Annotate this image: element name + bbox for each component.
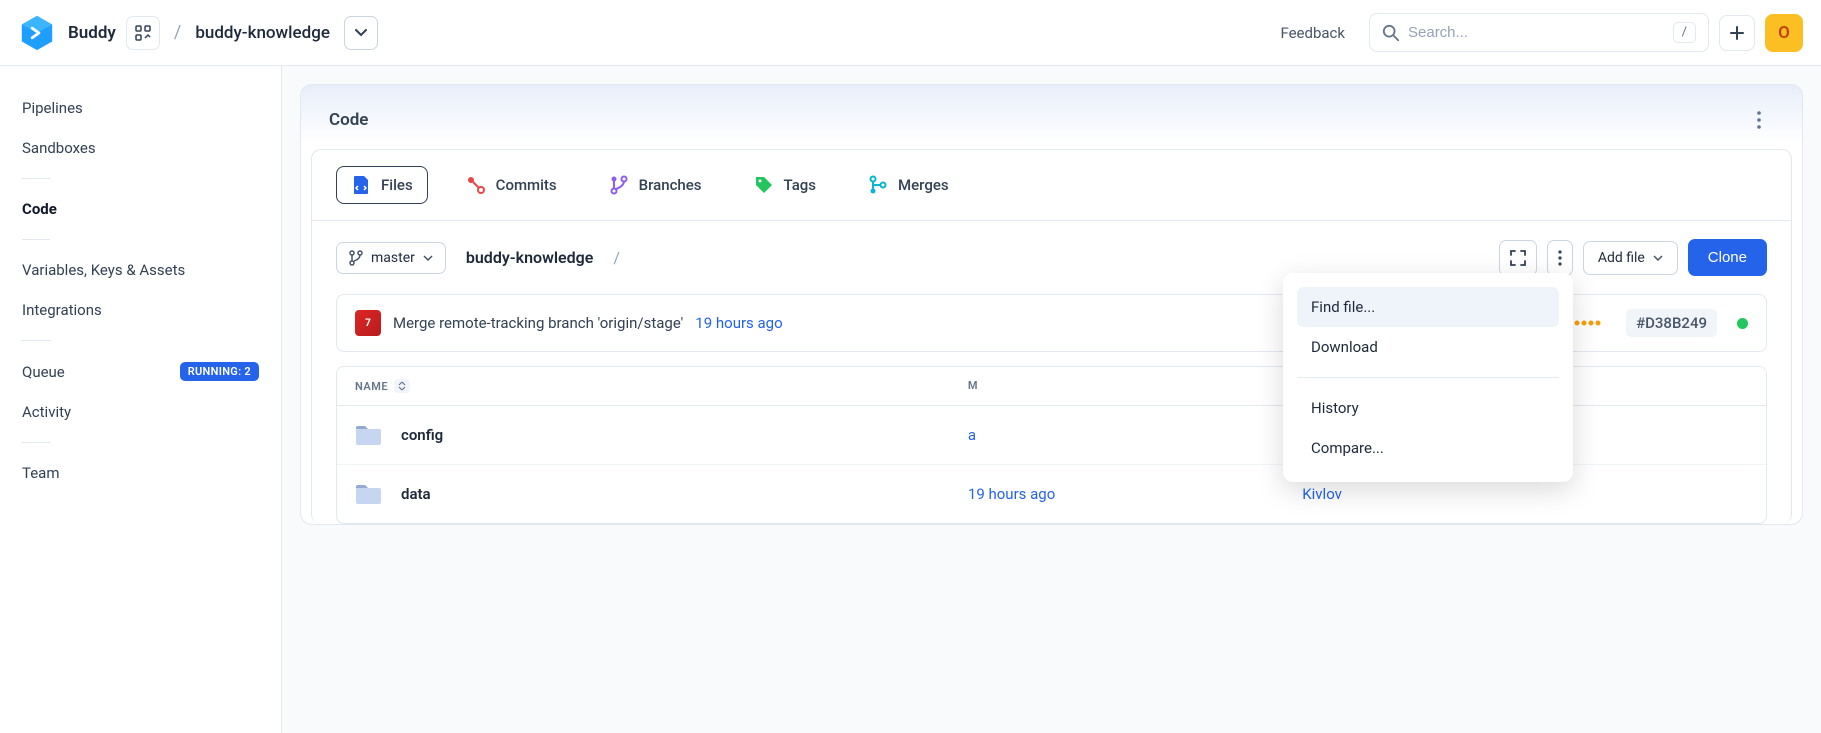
folder-icon (355, 483, 381, 505)
topbar: Buddy / buddy-knowledge Feedback / O (0, 0, 1821, 66)
tab-files[interactable]: Files (336, 166, 428, 204)
commit-hash[interactable]: #D38B249 (1626, 309, 1717, 337)
commit-time: 19 hours ago (695, 314, 782, 332)
logo[interactable] (18, 14, 56, 52)
tab-merges[interactable]: Merges (854, 166, 963, 204)
expand-icon (1510, 250, 1526, 266)
chevron-down-icon (355, 29, 367, 37)
grid-icon (135, 25, 151, 41)
feedback-link[interactable]: Feedback (1280, 24, 1345, 42)
breadcrumb-root[interactable]: buddy-knowledge (466, 248, 594, 267)
breadcrumb-separator: / (613, 248, 620, 267)
branches-icon (609, 175, 629, 195)
divider (22, 340, 50, 341)
sidebar-item-code[interactable]: Code (0, 189, 281, 229)
sidebar-item-team[interactable]: Team (0, 453, 281, 493)
search-box[interactable]: / (1369, 13, 1709, 52)
branch-icon (349, 250, 363, 266)
vertical-dots-icon (1558, 250, 1562, 266)
sidebar-item-activity[interactable]: Activity (0, 392, 281, 432)
chevron-down-icon (423, 255, 433, 261)
sidebar-item-sandboxes[interactable]: Sandboxes (0, 128, 281, 168)
folder-icon (355, 424, 381, 446)
code-tabs: Files Commits Branches Tags (312, 150, 1791, 221)
tab-tags[interactable]: Tags (740, 166, 830, 204)
divider (22, 178, 50, 179)
context-menu: Find file... Download History Compare... (1283, 273, 1573, 482)
search-icon (1382, 24, 1400, 42)
menu-divider (1297, 377, 1559, 378)
menu-item-download[interactable]: Download (1297, 327, 1559, 367)
divider (22, 239, 50, 240)
divider (22, 442, 50, 443)
search-input[interactable] (1408, 24, 1665, 41)
file-name: data (401, 485, 431, 503)
clone-button[interactable]: Clone (1688, 239, 1767, 276)
merges-icon (868, 175, 888, 195)
commit-author-avatar: 7 (355, 310, 381, 336)
code-panel: Code Files Commits (300, 84, 1803, 525)
file-toolbar: master buddy-knowledge / Add file (312, 221, 1791, 294)
tag-icon (754, 175, 774, 195)
add-button[interactable] (1719, 15, 1755, 51)
project-name[interactable]: buddy-knowledge (195, 23, 330, 43)
branch-selector[interactable]: master (336, 242, 446, 274)
main-content: Code Files Commits (282, 66, 1821, 733)
sidebar-item-variables[interactable]: Variables, Keys & Assets (0, 250, 281, 290)
sidebar: Pipelines Sandboxes Code Variables, Keys… (0, 66, 282, 733)
org-name[interactable]: Buddy (68, 23, 116, 43)
tab-commits[interactable]: Commits (452, 166, 571, 204)
more-actions-button[interactable] (1547, 240, 1573, 276)
column-name[interactable]: NAME (355, 379, 968, 393)
search-shortcut: / (1673, 22, 1696, 43)
breadcrumb-separator: / (174, 22, 181, 43)
file-name: config (401, 426, 443, 444)
file-modified: a (968, 426, 1302, 444)
column-modified[interactable]: M (968, 379, 1302, 393)
plus-icon (1729, 25, 1745, 41)
status-indicator (1737, 318, 1748, 329)
commits-icon (466, 175, 486, 195)
user-avatar[interactable]: O (1765, 14, 1803, 52)
file-icon (351, 175, 371, 195)
project-dropdown[interactable] (344, 16, 378, 50)
tab-branches[interactable]: Branches (595, 166, 716, 204)
menu-item-compare[interactable]: Compare... (1297, 428, 1559, 468)
queue-badge: RUNNING: 2 (180, 362, 259, 381)
menu-item-find-file[interactable]: Find file... (1297, 287, 1559, 327)
chevron-down-icon (1653, 255, 1663, 261)
workspace-switcher[interactable] (126, 16, 160, 50)
add-file-button[interactable]: Add file (1583, 241, 1678, 275)
sidebar-item-pipelines[interactable]: Pipelines (0, 88, 281, 128)
panel-title: Code (329, 110, 368, 130)
sidebar-item-queue[interactable]: QueueRUNNING: 2 (0, 351, 281, 392)
file-author: Kivlov (1302, 485, 1748, 503)
commit-message: Merge remote-tracking branch 'origin/sta… (393, 314, 683, 332)
panel-menu-button[interactable] (1744, 105, 1774, 135)
sidebar-item-integrations[interactable]: Integrations (0, 290, 281, 330)
fullscreen-button[interactable] (1499, 240, 1537, 276)
menu-item-history[interactable]: History (1297, 388, 1559, 428)
sort-icon (394, 379, 410, 393)
file-modified: 19 hours ago (968, 485, 1302, 503)
vertical-dots-icon (1757, 111, 1761, 129)
